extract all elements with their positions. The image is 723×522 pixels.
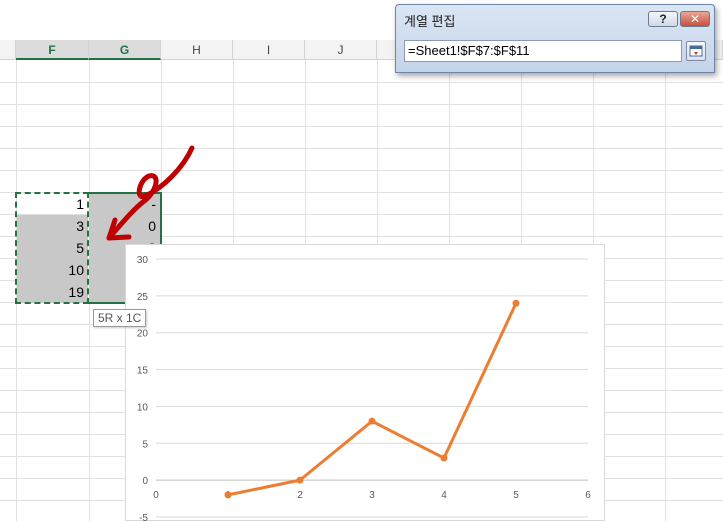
cell-f10[interactable]: 10 bbox=[17, 259, 88, 281]
edit-series-dialog[interactable]: 계열 편집 ? ✕ =Sheet1!$F$7:$F$11 bbox=[395, 4, 715, 73]
x-tick-label: 2 bbox=[297, 490, 303, 501]
x-tick-label: 3 bbox=[369, 490, 375, 501]
chart-plot: -50510152025300123456 bbox=[137, 255, 591, 522]
y-tick-label: 20 bbox=[137, 329, 149, 340]
data-point bbox=[368, 417, 376, 425]
row-gridline bbox=[0, 82, 723, 83]
column-gridline bbox=[665, 60, 666, 521]
column-header-h[interactable]: H bbox=[161, 40, 233, 60]
close-button[interactable]: ✕ bbox=[680, 11, 710, 27]
help-button[interactable]: ? bbox=[648, 11, 678, 27]
selection-size-tooltip: 5R x 1C bbox=[93, 309, 147, 327]
data-point bbox=[296, 476, 304, 484]
series-line bbox=[227, 302, 518, 497]
select-all-corner[interactable] bbox=[0, 40, 16, 60]
y-tick-label: 10 bbox=[137, 402, 149, 413]
y-tick-label: 30 bbox=[137, 255, 149, 266]
column-header-f[interactable]: F bbox=[16, 40, 89, 60]
row-gridline bbox=[0, 126, 723, 127]
y-tick-label: 25 bbox=[137, 292, 149, 303]
range-picker-icon bbox=[689, 45, 703, 57]
range-picker-button[interactable] bbox=[686, 41, 706, 61]
y-tick-label: 15 bbox=[137, 366, 149, 377]
cell-f8[interactable]: 3 bbox=[17, 215, 88, 237]
x-tick-label: 6 bbox=[585, 490, 591, 501]
y-tick-label: 5 bbox=[142, 439, 148, 450]
cell-f11[interactable]: 19 bbox=[17, 281, 88, 303]
line-chart[interactable]: -50510152025300123456 bbox=[125, 244, 605, 522]
cell-f7[interactable]: 1 bbox=[17, 193, 88, 215]
x-tick-label: 4 bbox=[441, 490, 447, 501]
annotation-arrow-icon bbox=[106, 145, 195, 241]
dialog-title: 계열 편집 bbox=[404, 14, 456, 29]
cell-f9[interactable]: 5 bbox=[17, 237, 88, 259]
data-point bbox=[512, 299, 520, 307]
x-tick-label: 5 bbox=[513, 490, 519, 501]
y-tick-label: 0 bbox=[142, 476, 148, 487]
column-header-j[interactable]: J bbox=[305, 40, 377, 60]
row-gridline bbox=[0, 104, 723, 105]
data-point bbox=[440, 454, 448, 462]
data-point bbox=[224, 491, 232, 499]
column-header-g[interactable]: G bbox=[89, 40, 161, 60]
x-tick-label: 0 bbox=[153, 490, 159, 501]
column-header-i[interactable]: I bbox=[233, 40, 305, 60]
series-values-input[interactable]: =Sheet1!$F$7:$F$11 bbox=[404, 40, 682, 62]
